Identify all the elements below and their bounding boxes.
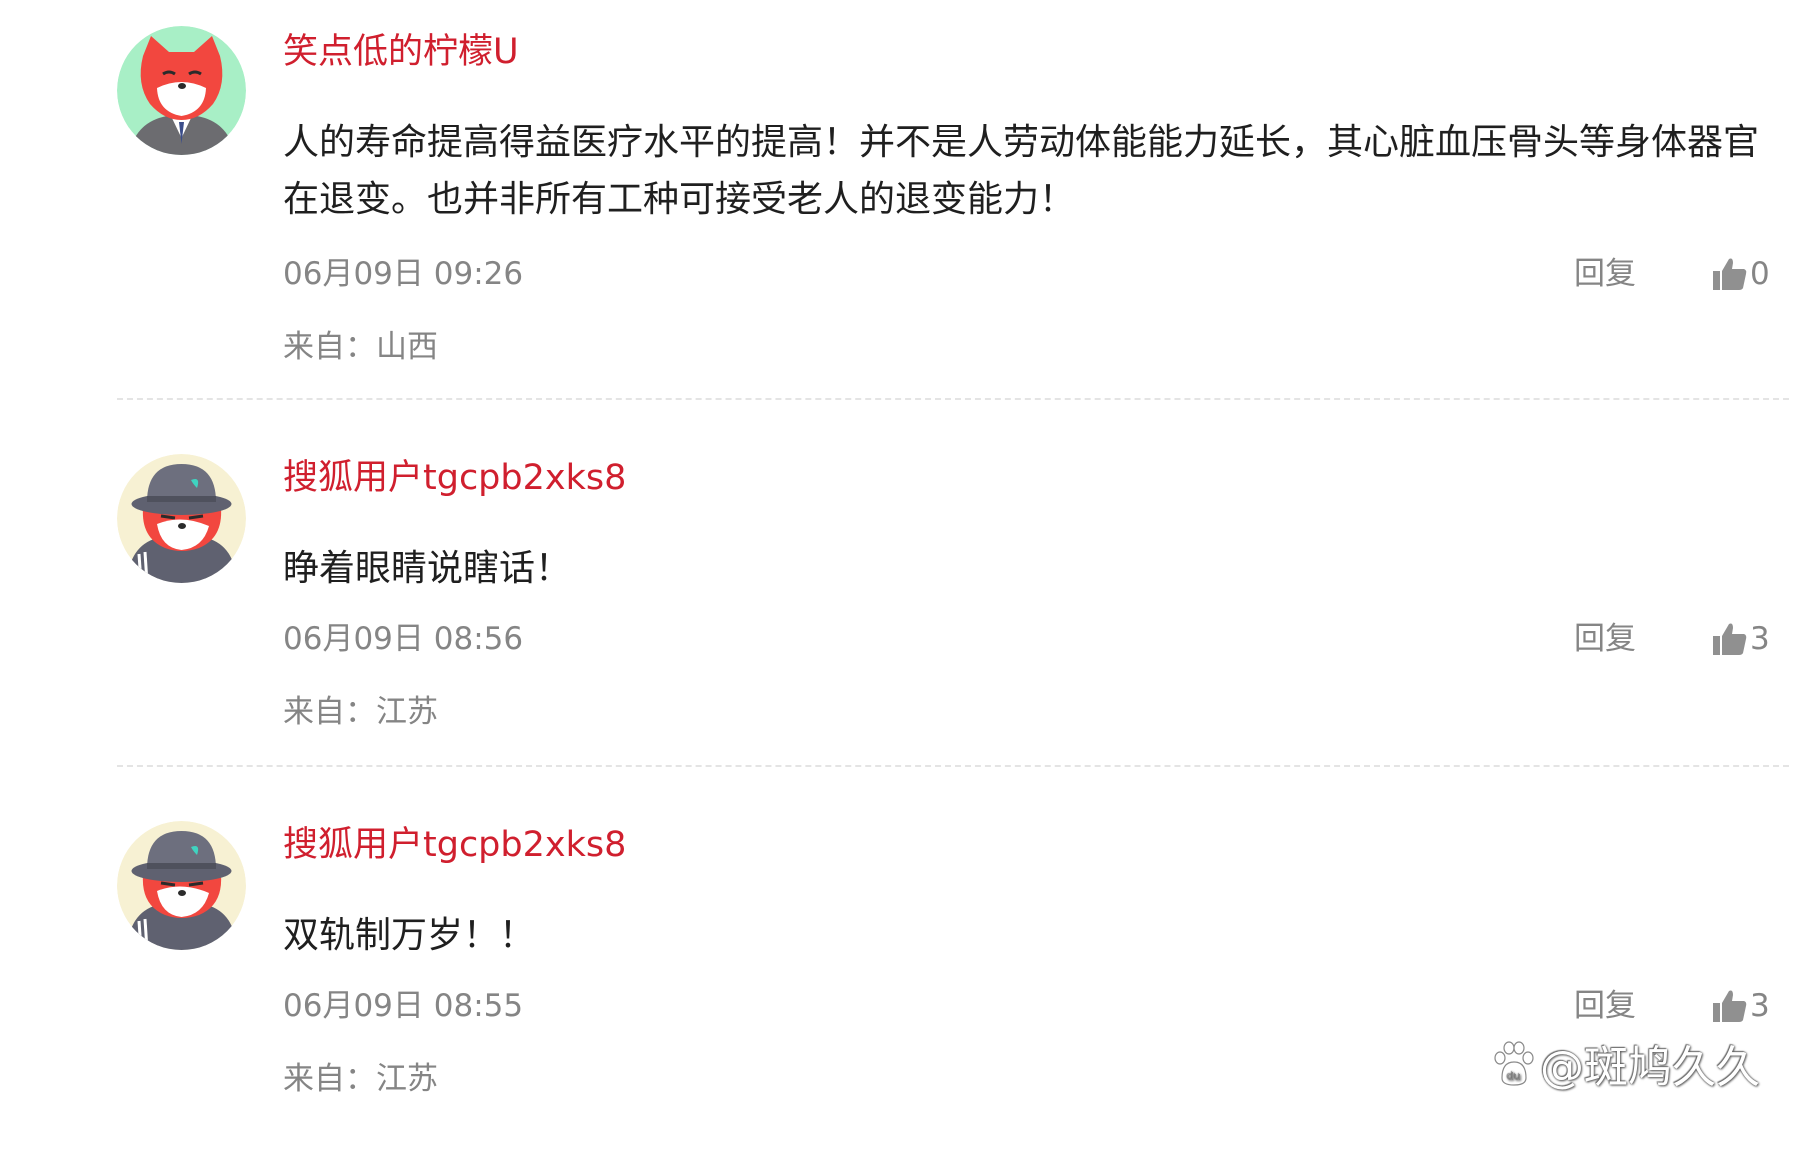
comment-location: 来自：山西	[283, 329, 438, 365]
divider	[117, 398, 1789, 400]
comment-content: 睁着眼睛说瞎话！	[283, 548, 572, 589]
like-button[interactable]: 0	[1712, 254, 1770, 294]
comment-location: 来自：江苏	[283, 1061, 438, 1097]
fox-hat-avatar-icon	[117, 454, 246, 583]
comment-content: 双轨制万岁！！	[283, 915, 536, 956]
reply-button[interactable]: 回复	[1574, 619, 1636, 659]
like-count: 3	[1750, 621, 1770, 657]
comment-time: 06月09日 08:56	[283, 621, 524, 657]
fox-hat-avatar-icon	[117, 821, 246, 950]
comment-time: 06月09日 09:26	[283, 256, 524, 292]
avatar[interactable]	[117, 26, 246, 155]
avatar[interactable]	[117, 821, 246, 950]
thumbs-up-icon	[1713, 623, 1747, 655]
svg-text:du: du	[1507, 1070, 1521, 1083]
username[interactable]: 搜狐用户tgcpb2xks8	[283, 821, 626, 869]
divider	[117, 765, 1789, 767]
comment-location: 来自：江苏	[283, 694, 438, 730]
watermark: du @斑鸠久久	[1488, 1031, 1760, 1095]
comment-time: 06月09日 08:55	[283, 988, 524, 1024]
like-button[interactable]: 3	[1712, 619, 1770, 659]
comment-item: 搜狐用户tgcpb2xks8 睁着眼睛说瞎话！ 06月09日 08:56 来自：…	[0, 422, 1802, 789]
like-count: 0	[1750, 256, 1770, 292]
comment-item: 笑点低的柠檬U 人的寿命提高得益医疗水平的提高！并不是人劳动体能能力延长，其心脏…	[0, 0, 1802, 367]
reply-button[interactable]: 回复	[1574, 254, 1636, 294]
like-count: 3	[1750, 988, 1770, 1024]
reply-button[interactable]: 回复	[1574, 986, 1636, 1026]
username[interactable]: 笑点低的柠檬U	[283, 28, 519, 76]
thumbs-up-icon	[1713, 258, 1747, 290]
username[interactable]: 搜狐用户tgcpb2xks8	[283, 454, 626, 502]
avatar[interactable]	[117, 454, 246, 583]
fox-suit-avatar-icon	[117, 26, 246, 155]
watermark-text: @斑鸠久久	[1540, 1042, 1760, 1093]
like-button[interactable]: 3	[1712, 986, 1770, 1026]
comment-item: 搜狐用户tgcpb2xks8 双轨制万岁！！ 06月09日 08:55 来自：江…	[0, 789, 1802, 1156]
comment-content: 人的寿命提高得益医疗水平的提高！并不是人劳动体能能力延长，其心脏血压骨头等身体器…	[283, 122, 1760, 220]
thumbs-up-icon	[1713, 990, 1747, 1022]
paw-icon: du	[1494, 1041, 1534, 1086]
